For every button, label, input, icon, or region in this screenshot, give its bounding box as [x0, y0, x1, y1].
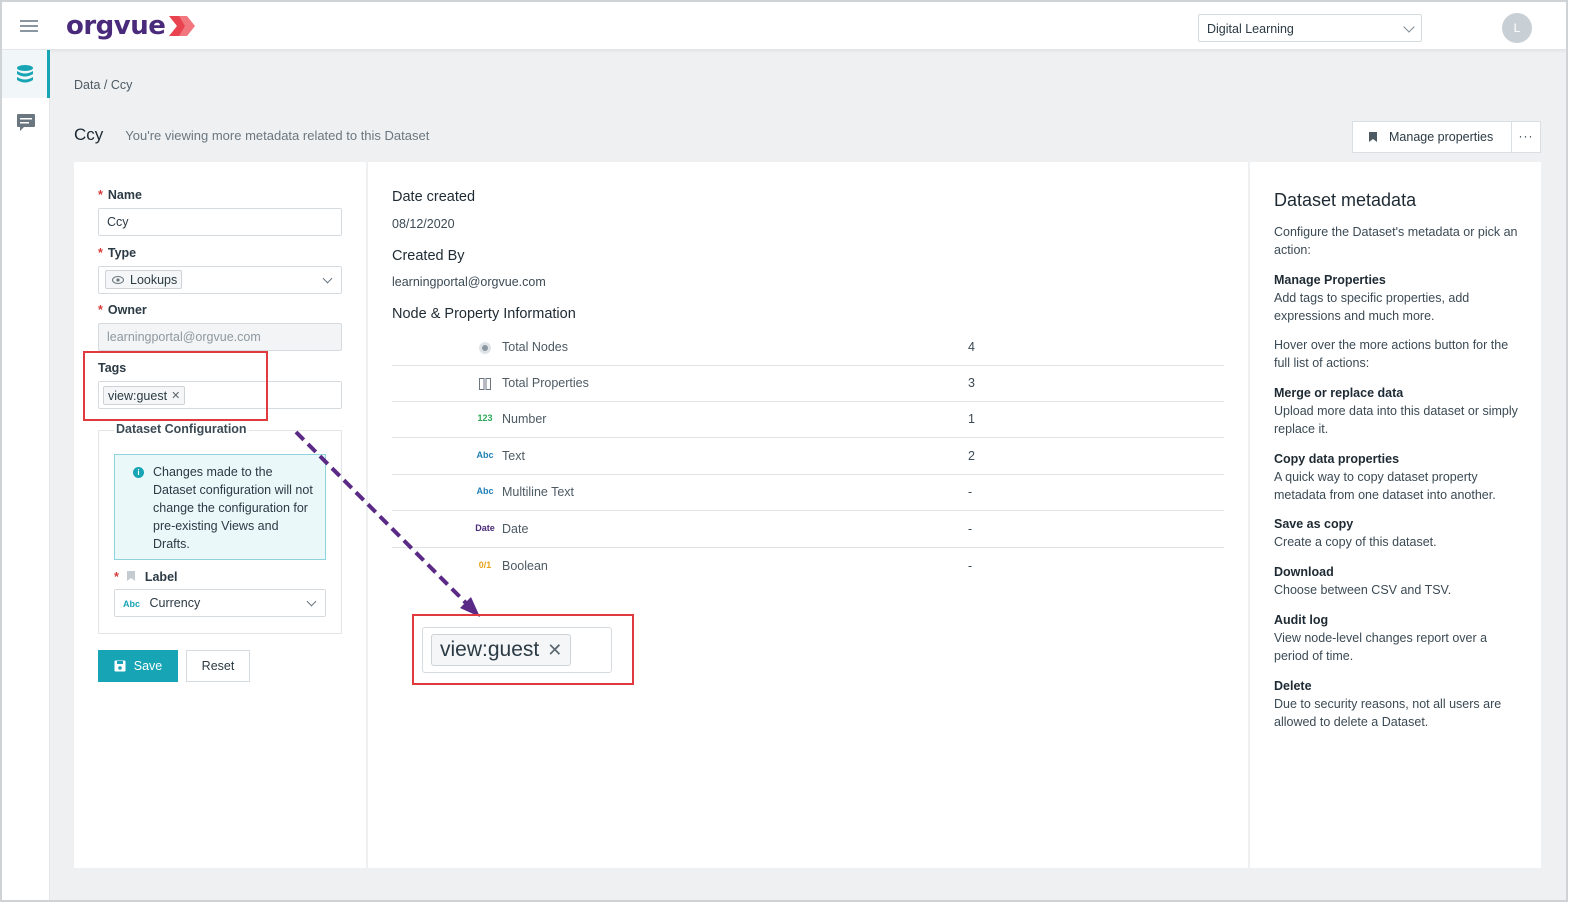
close-icon: ✕ — [547, 639, 563, 660]
annotation-arrow — [294, 430, 480, 617]
zoomed-tag-label: view:guest — [440, 638, 540, 661]
app-frame: orgvue Digital Learning L Data / Ccy Ccy… — [0, 0, 1568, 902]
zoomed-tags-input: view:guest ✕ — [422, 627, 612, 673]
zoomed-tag-chip: view:guest ✕ — [431, 634, 572, 666]
